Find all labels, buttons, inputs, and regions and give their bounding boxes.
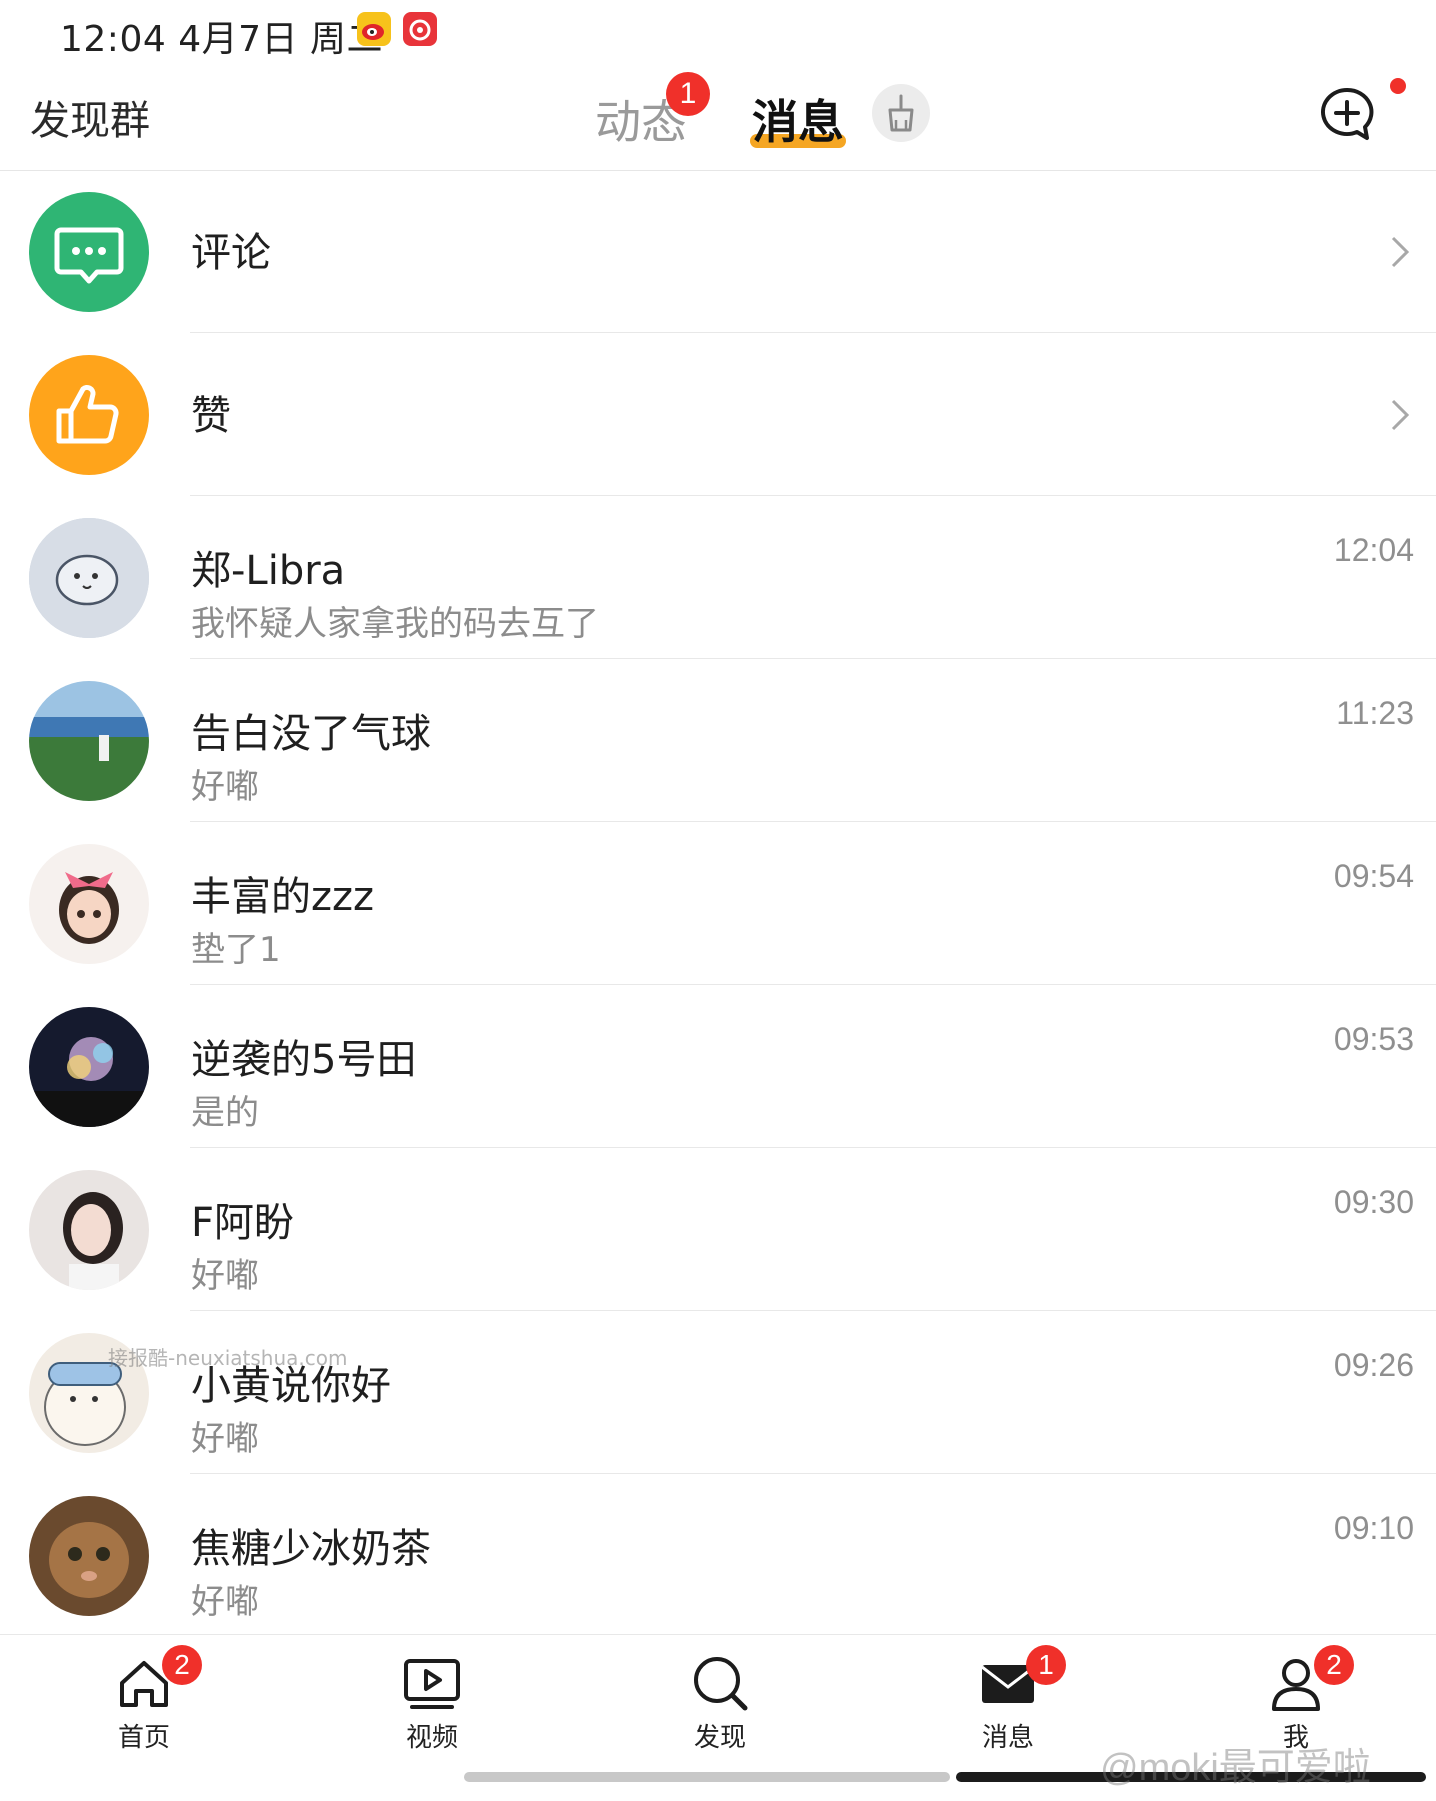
thumbs-up-icon xyxy=(56,385,119,444)
status-bar: 12:04 4月7日 周二 xyxy=(0,0,1436,62)
status-time: 12:04 4月7日 周二 xyxy=(60,19,383,60)
nav-home-label: 首页 xyxy=(117,1723,170,1753)
row-preview: 好嘟 xyxy=(191,767,259,807)
user-avatar xyxy=(29,518,149,638)
nav-home[interactable]: 2 首页 xyxy=(84,1645,204,1763)
row-preview: 好嘟 xyxy=(191,1256,259,1296)
user-avatar xyxy=(29,844,149,964)
row-preview: 垫了1 xyxy=(191,930,281,970)
top-header: 发现群 动态 1 消息 xyxy=(0,62,1436,171)
chat-item[interactable]: 小黄说你好 好嘟 09:26 xyxy=(0,1311,1436,1474)
row-title: 评论 xyxy=(191,230,271,276)
nav-discover[interactable]: 发现 xyxy=(660,1653,780,1763)
chat-item[interactable]: 郑-Libra 我怀疑人家拿我的码去互了 12:04 xyxy=(0,496,1436,659)
nav-messages[interactable]: 1 消息 xyxy=(948,1645,1068,1763)
nav-me-badge: 2 xyxy=(1314,1645,1354,1685)
chat-add-icon xyxy=(1321,87,1374,140)
row-title: 告白没了气球 xyxy=(191,711,431,757)
row-time: 09:54 xyxy=(1333,858,1414,894)
row-preview: 好嘟 xyxy=(191,1582,259,1622)
row-time: 09:30 xyxy=(1333,1184,1414,1220)
chat-item[interactable]: 丰富的zzz 垫了1 09:54 xyxy=(0,822,1436,985)
row-title: F阿盼 xyxy=(191,1200,295,1246)
chevron-right-icon xyxy=(1391,399,1410,431)
nav-messages-badge: 1 xyxy=(1026,1645,1066,1685)
row-title: 赞 xyxy=(191,393,231,439)
nav-video[interactable]: 视频 xyxy=(372,1653,492,1763)
discover-groups-link[interactable]: 发现群 xyxy=(30,88,150,146)
row-time: 09:26 xyxy=(1333,1347,1414,1383)
nav-messages-label: 消息 xyxy=(981,1723,1034,1753)
weibo-notification-icon xyxy=(357,12,391,46)
list-item-comments[interactable]: 评论 xyxy=(0,170,1436,333)
chat-item[interactable]: 逆袭的5号田 是的 09:53 xyxy=(0,985,1436,1148)
row-preview: 好嘟 xyxy=(191,1419,259,1459)
broom-icon xyxy=(888,94,914,132)
chat-item[interactable]: 焦糖少冰奶茶 好嘟 09:10 xyxy=(0,1474,1436,1637)
home-indicator xyxy=(464,1772,950,1782)
row-preview: 我怀疑人家拿我的码去互了 xyxy=(191,604,599,644)
row-preview: 是的 xyxy=(191,1093,259,1133)
new-chat-button[interactable] xyxy=(1316,84,1378,146)
tab-dynamic-badge: 1 xyxy=(666,72,710,116)
nav-discover-label: 发现 xyxy=(693,1723,746,1753)
video-play-icon xyxy=(404,1659,460,1709)
search-icon xyxy=(694,1657,748,1711)
user-avatar xyxy=(29,1007,149,1127)
row-time: 11:23 xyxy=(1336,695,1414,731)
row-time: 09:53 xyxy=(1333,1021,1414,1057)
row-time: 09:10 xyxy=(1333,1510,1414,1546)
nav-home-badge: 2 xyxy=(162,1645,202,1685)
row-title: 郑-Libra xyxy=(191,548,346,594)
chevron-right-icon xyxy=(1391,236,1410,268)
new-chat-red-dot xyxy=(1390,78,1406,94)
user-avatar xyxy=(29,1496,149,1616)
overlay-watermark: 接报酷-neuxiatshua.com xyxy=(108,1346,348,1370)
weibo-watermark: @moki最可爱啦 xyxy=(1100,1747,1371,1789)
comment-icon-avatar xyxy=(29,192,149,312)
like-icon-avatar xyxy=(29,355,149,475)
row-time: 12:04 xyxy=(1333,532,1414,568)
row-title: 丰富的zzz xyxy=(191,874,374,920)
row-title: 焦糖少冰奶茶 xyxy=(191,1526,431,1572)
user-avatar xyxy=(29,1170,149,1290)
list-item-likes[interactable]: 赞 xyxy=(0,333,1436,496)
tab-messages[interactable]: 消息 xyxy=(752,86,844,152)
clear-unread-button[interactable] xyxy=(872,84,930,142)
nav-video-label: 视频 xyxy=(405,1723,458,1753)
comment-bubble-icon xyxy=(54,227,124,284)
row-title: 逆袭的5号田 xyxy=(191,1037,417,1083)
chat-item[interactable]: F阿盼 好嘟 09:30 xyxy=(0,1148,1436,1311)
user-avatar xyxy=(29,681,149,801)
chat-item[interactable]: 告白没了气球 好嘟 11:23 xyxy=(0,659,1436,822)
netease-music-notification-icon xyxy=(403,12,437,46)
